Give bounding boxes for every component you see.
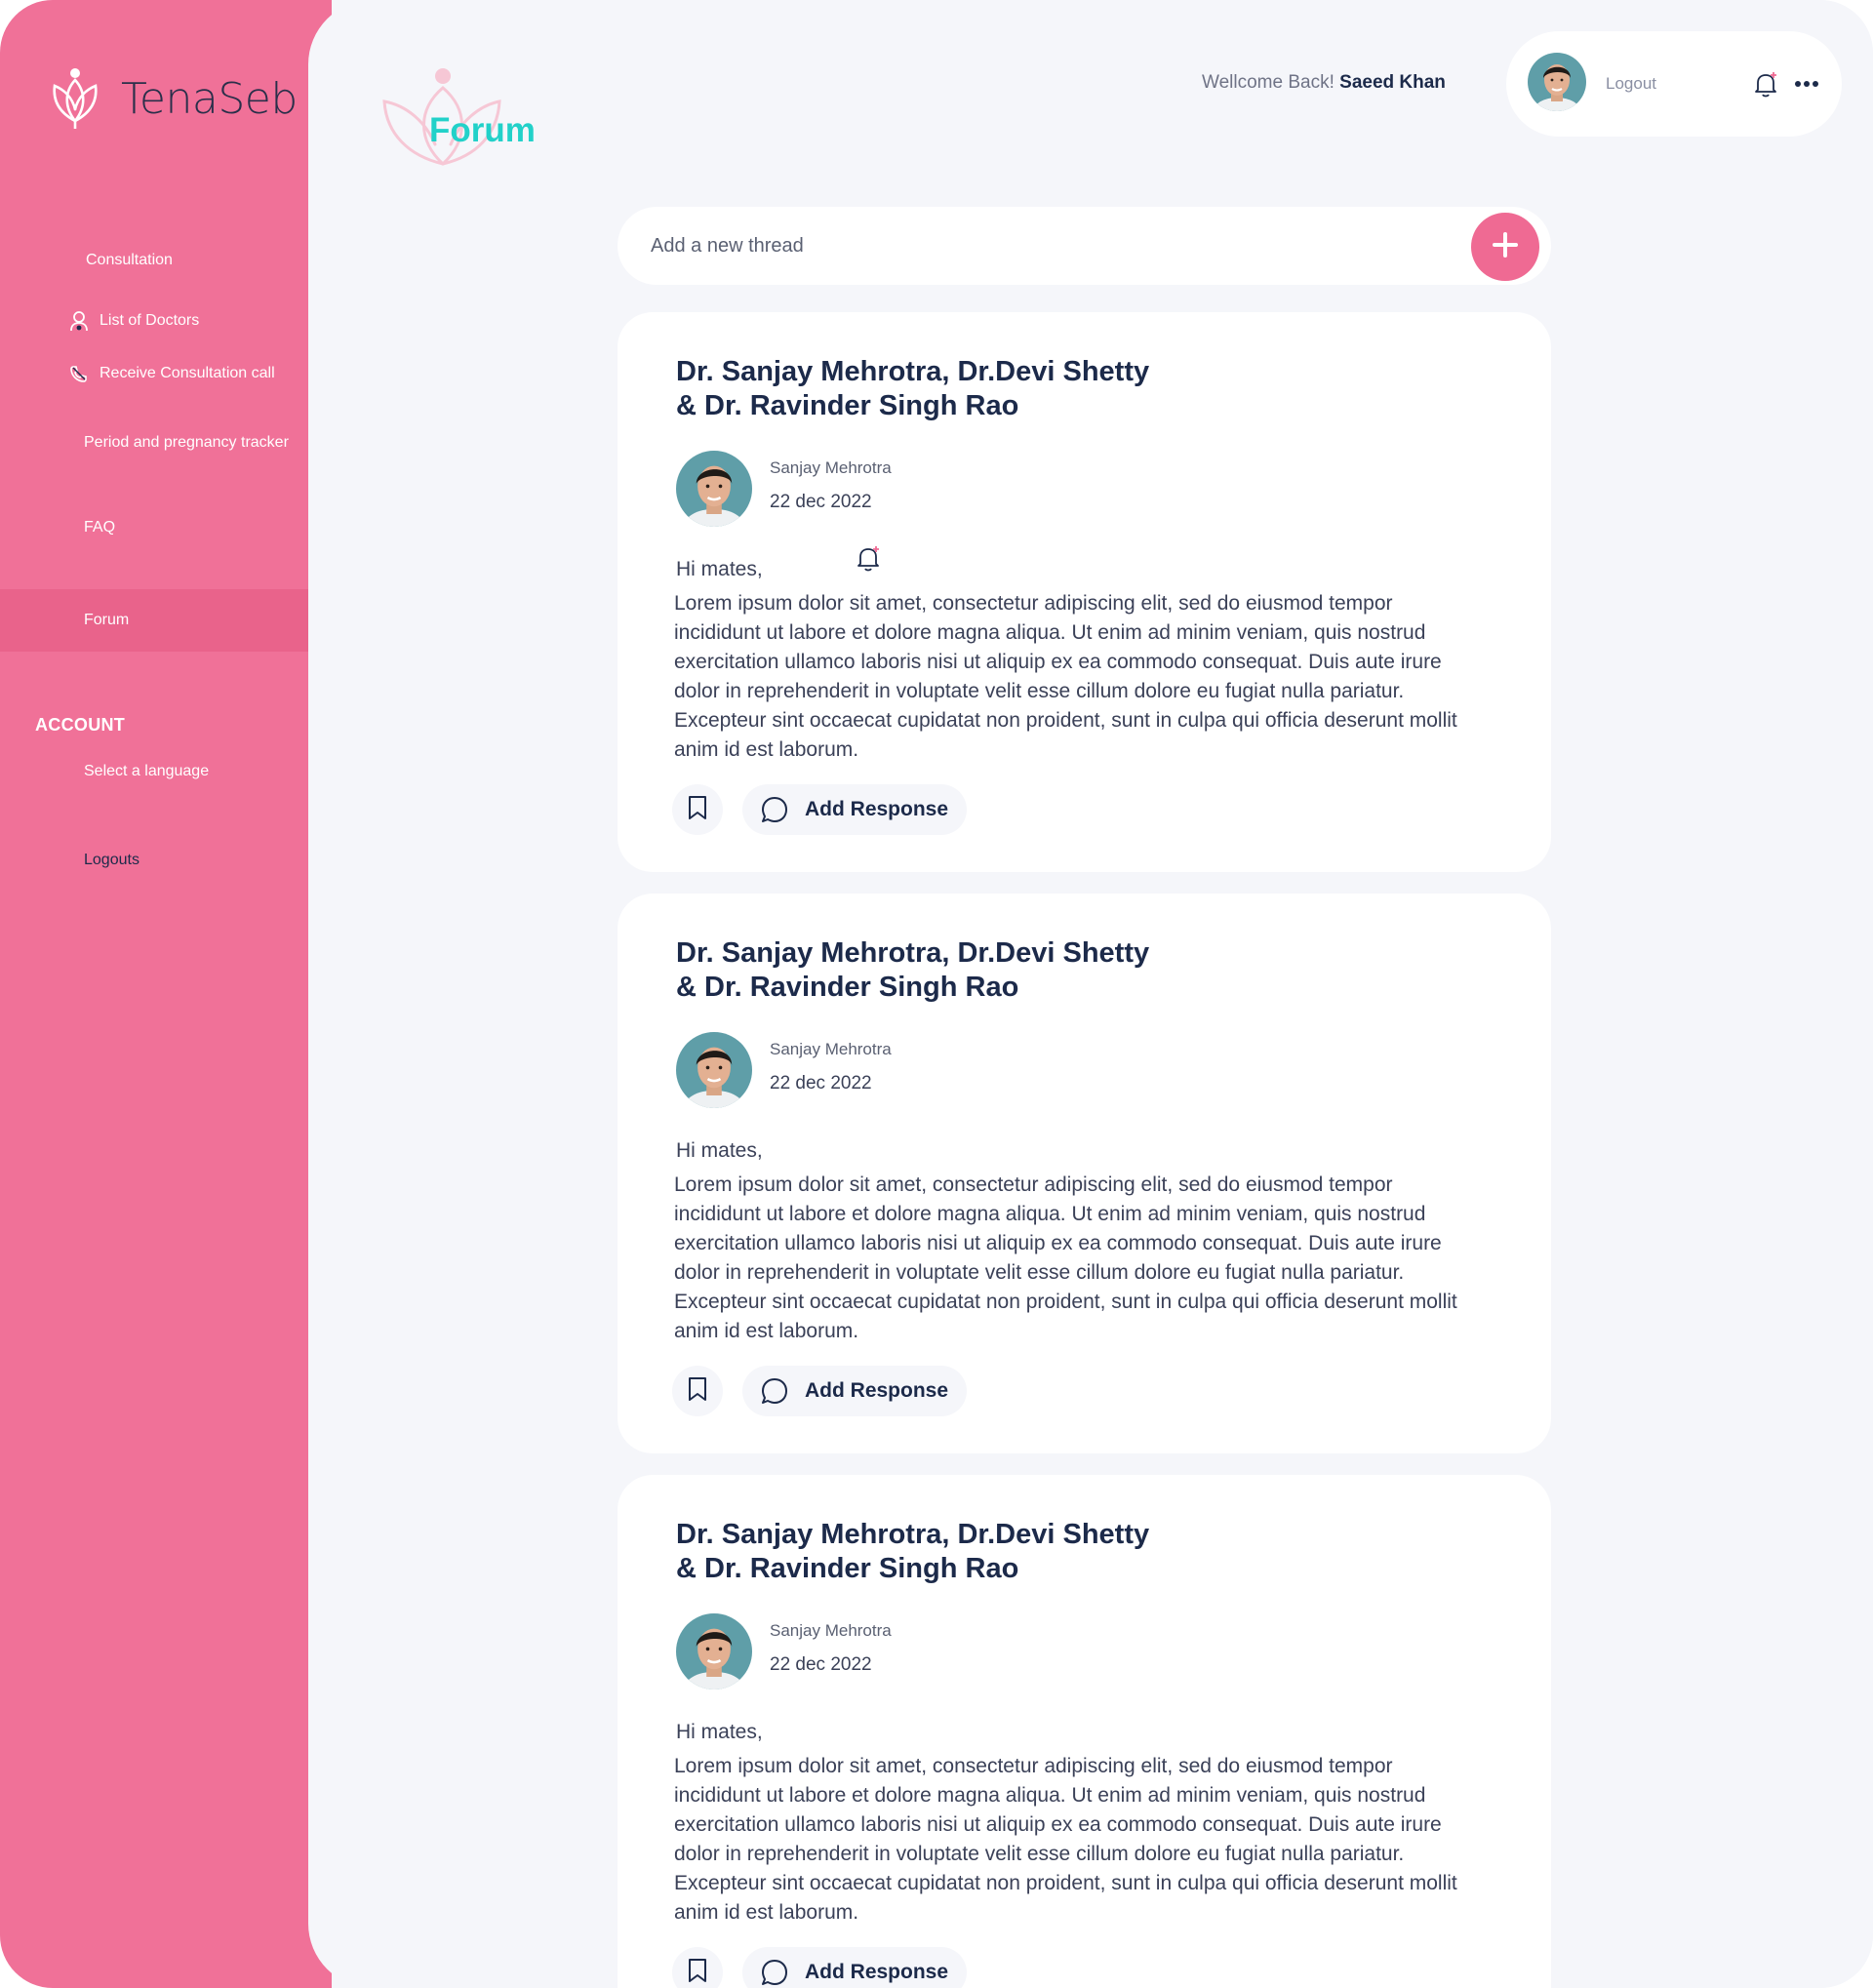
post-title-line: & Dr. Ravinder Singh Rao (676, 1553, 1019, 1584)
bookmark-button[interactable] (672, 784, 723, 835)
phone-icon (68, 363, 90, 384)
bookmark-button[interactable] (672, 1947, 723, 1988)
forum-post-card: Dr. Sanjay Mehrotra, Dr.Devi Shetty & Dr… (618, 894, 1551, 1453)
post-title-line: & Dr. Ravinder Singh Rao (676, 390, 1019, 421)
post-title-line: Dr. Sanjay Mehrotra, Dr.Devi Shetty (676, 937, 1150, 969)
welcome-message: Wellcome Back! Saeed Khan (1202, 72, 1446, 94)
sidebar-item-label: Forum (84, 612, 130, 628)
sidebar-item-label: List of Doctors (100, 312, 200, 329)
post-author: Sanjay Mehrotra (770, 1040, 892, 1058)
bell-icon[interactable] (853, 542, 884, 574)
lotus-logo-icon (43, 64, 107, 134)
chat-bubble-icon (758, 1374, 791, 1408)
brand-logo[interactable]: TenaSeb (43, 64, 298, 134)
post-title: Dr. Sanjay Mehrotra, Dr.Devi Shetty & Dr… (676, 1518, 1359, 1586)
account-heading: ACCOUNT (35, 715, 126, 735)
doctor-icon (68, 310, 90, 332)
bookmark-icon (686, 794, 709, 826)
post-date: 22 dec 2022 (770, 1073, 872, 1093)
plus-icon (1491, 230, 1520, 264)
page-title-block: Forum (375, 62, 570, 179)
post-title: Dr. Sanjay Mehrotra, Dr.Devi Shetty & Dr… (676, 936, 1359, 1005)
add-response-button[interactable]: Add Response (742, 784, 967, 835)
post-body: Lorem ipsum dolor sit amet, consectetur … (674, 1755, 1457, 1924)
post-title-line: Dr. Sanjay Mehrotra, Dr.Devi Shetty (676, 1519, 1150, 1550)
add-thread-button[interactable] (1471, 213, 1539, 281)
more-dots-icon[interactable] (1791, 68, 1822, 99)
sidebar-item-label: Period and pregnancy tracker (84, 434, 289, 451)
app-frame: TenaSeb Consultation List of Doctors Rec… (0, 0, 1873, 1988)
avatar[interactable] (676, 451, 752, 527)
post-body: Lorem ipsum dolor sit amet, consectetur … (674, 592, 1457, 761)
bookmark-icon (686, 1375, 709, 1408)
forum-post-card: Dr. Sanjay Mehrotra, Dr.Devi Shetty & Dr… (618, 312, 1551, 872)
chat-bubble-icon (758, 1956, 791, 1988)
post-body: Lorem ipsum dolor sit amet, consectetur … (674, 1173, 1457, 1342)
sidebar-item-logouts[interactable]: Logouts (0, 834, 332, 887)
add-response-button[interactable]: Add Response (742, 1947, 967, 1988)
profile-pill: Logout (1506, 31, 1842, 137)
add-response-label: Add Response (805, 1961, 949, 1983)
post-title: Dr. Sanjay Mehrotra, Dr.Devi Shetty & Dr… (676, 355, 1359, 423)
sidebar-item-label: Consultation (86, 252, 173, 268)
welcome-prefix: Wellcome Back! (1202, 72, 1335, 93)
add-response-label: Add Response (805, 798, 949, 820)
logout-link[interactable]: Logout (1606, 74, 1656, 94)
sidebar-item-forum[interactable]: Forum (0, 589, 332, 652)
avatar[interactable] (676, 1032, 752, 1108)
sidebar-item-consultation[interactable]: Consultation (0, 234, 332, 287)
post-title-line: & Dr. Ravinder Singh Rao (676, 972, 1019, 1003)
user-name: Saeed Khan (1339, 72, 1446, 93)
bell-icon[interactable] (1750, 68, 1781, 99)
forum-post-card: Dr. Sanjay Mehrotra, Dr.Devi Shetty & Dr… (618, 1475, 1551, 1988)
bookmark-icon (686, 1957, 709, 1988)
add-response-button[interactable]: Add Response (742, 1366, 967, 1416)
post-greeting: Hi mates, (676, 558, 763, 580)
chat-bubble-icon (758, 793, 791, 826)
bookmark-button[interactable] (672, 1366, 723, 1416)
post-greeting: Hi mates, (676, 1721, 763, 1743)
sidebar-item-label: FAQ (84, 519, 116, 536)
post-title-line: Dr. Sanjay Mehrotra, Dr.Devi Shetty (676, 356, 1150, 387)
sidebar-item-faq[interactable]: FAQ (0, 501, 332, 554)
post-date: 22 dec 2022 (770, 492, 872, 512)
avatar[interactable] (1528, 53, 1586, 111)
sidebar-item-label: Select a language (84, 763, 210, 779)
post-author: Sanjay Mehrotra (770, 1621, 892, 1640)
post-greeting: Hi mates, (676, 1139, 763, 1162)
sidebar-item-list-of-doctors[interactable]: List of Doctors (0, 295, 332, 347)
sidebar-item-select-language[interactable]: Select a language (0, 745, 332, 798)
brand-name: TenaSeb (121, 74, 298, 124)
new-thread-bar (618, 207, 1551, 285)
sidebar-item-label: Receive Consultation call (100, 365, 275, 381)
sidebar-item-receive-consultation-call[interactable]: Receive Consultation call (0, 347, 332, 400)
new-thread-input[interactable] (651, 234, 1392, 258)
add-response-label: Add Response (805, 1379, 949, 1402)
page-title: Forum (429, 111, 536, 149)
post-date: 22 dec 2022 (770, 1654, 872, 1675)
post-author: Sanjay Mehrotra (770, 458, 892, 477)
sidebar-item-label: Logouts (84, 852, 139, 868)
avatar[interactable] (676, 1613, 752, 1690)
sidebar: TenaSeb Consultation List of Doctors Rec… (0, 0, 332, 1988)
sidebar-item-period-tracker[interactable]: Period and pregnancy tracker (0, 417, 332, 469)
